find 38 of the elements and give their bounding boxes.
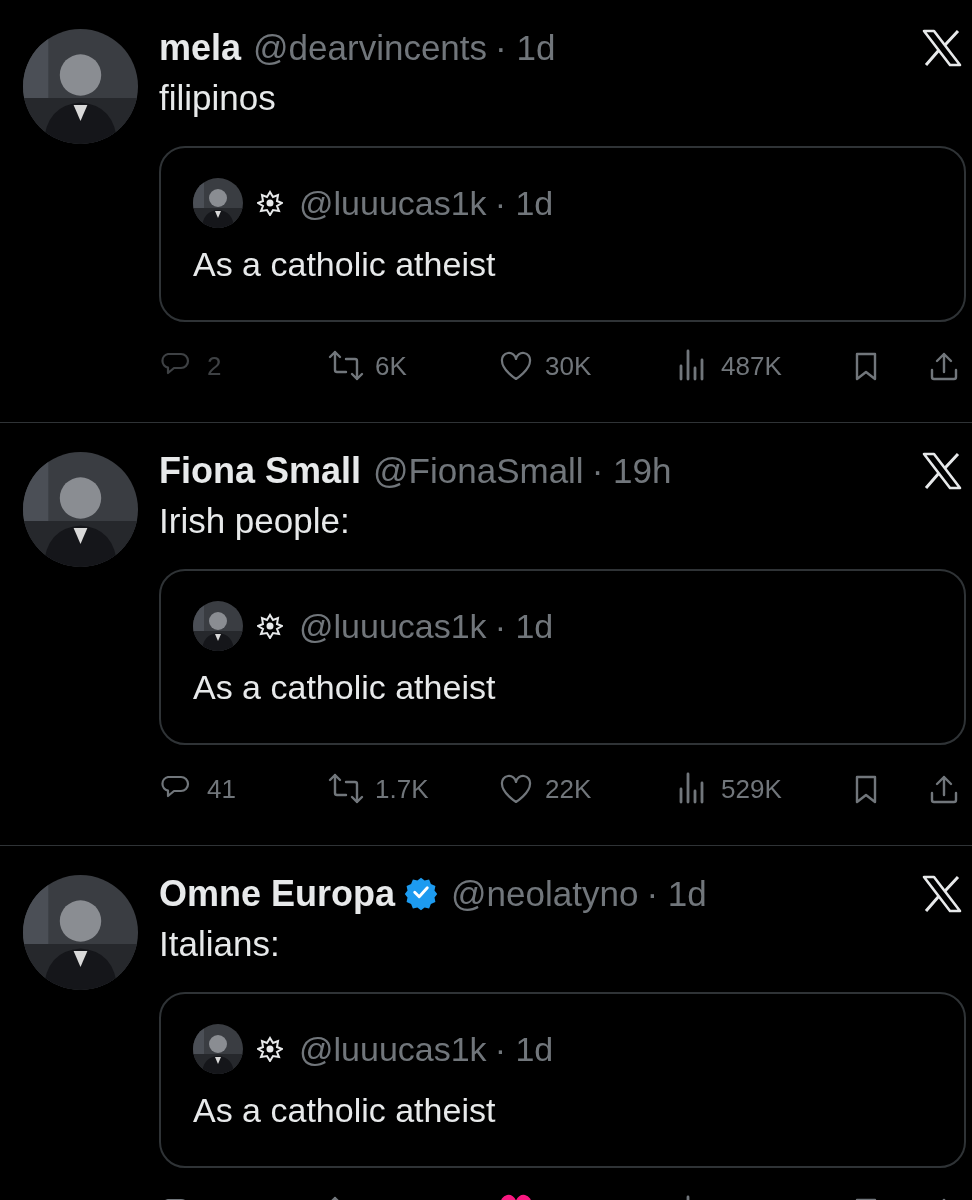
quoted-author-handle[interactable]: @luuucas1k — [299, 183, 487, 223]
reply-count: 41 — [207, 773, 236, 805]
author-handle[interactable]: @neolatyno — [451, 874, 639, 914]
x-mark-icon — [922, 29, 962, 67]
like-count: 30K — [545, 350, 592, 382]
author-handle[interactable]: @FionaSmall — [373, 451, 584, 491]
quoted-author-handle[interactable]: @luuucas1k — [299, 1029, 487, 1069]
post-time: · 1d — [495, 28, 556, 68]
quoted-post-text: As a catholic atheist — [193, 667, 497, 708]
post-text: Irish people: — [159, 500, 351, 542]
post-text: filipinos — [159, 77, 277, 119]
author-handle[interactable]: @dearvincents — [253, 28, 488, 68]
views-count: 529K — [721, 773, 782, 805]
x-mark-icon — [922, 875, 962, 913]
quoted-post-card[interactable]: @luuucas1k · 1d As a catholic atheist — [159, 146, 966, 322]
quoted-post-time: · 1d — [494, 1029, 554, 1069]
author-name[interactable]: Omne Europa — [159, 873, 396, 915]
quoted-post-card[interactable]: @luuucas1k · 1d As a catholic atheist — [159, 992, 966, 1168]
quoted-post-text: As a catholic atheist — [193, 1090, 497, 1131]
quoted-author-handle[interactable]: @luuucas1k — [299, 606, 487, 646]
like-count: 22K — [545, 773, 592, 805]
repost-count: 6K — [375, 350, 407, 382]
views-count: 487K — [721, 350, 782, 382]
flower-badge-icon — [257, 190, 283, 216]
quoted-post-time: · 1d — [494, 606, 554, 646]
post-time: · 1d — [646, 874, 707, 914]
quoted-post-text: As a catholic atheist — [193, 244, 497, 285]
quoted-post-time: · 1d — [494, 183, 554, 223]
quoted-post-card[interactable]: @luuucas1k · 1d As a catholic atheist — [159, 569, 966, 745]
x-mark-icon — [922, 452, 962, 490]
post-time: · 19h — [591, 451, 672, 491]
flower-badge-icon — [257, 613, 283, 639]
author-name[interactable]: Fiona Small — [159, 450, 362, 492]
repost-count: 1.7K — [375, 773, 429, 805]
flower-badge-icon — [257, 1036, 283, 1062]
post-text: Italians: — [159, 923, 281, 965]
author-name[interactable]: mela — [159, 27, 242, 69]
reply-count: 2 — [207, 350, 222, 382]
